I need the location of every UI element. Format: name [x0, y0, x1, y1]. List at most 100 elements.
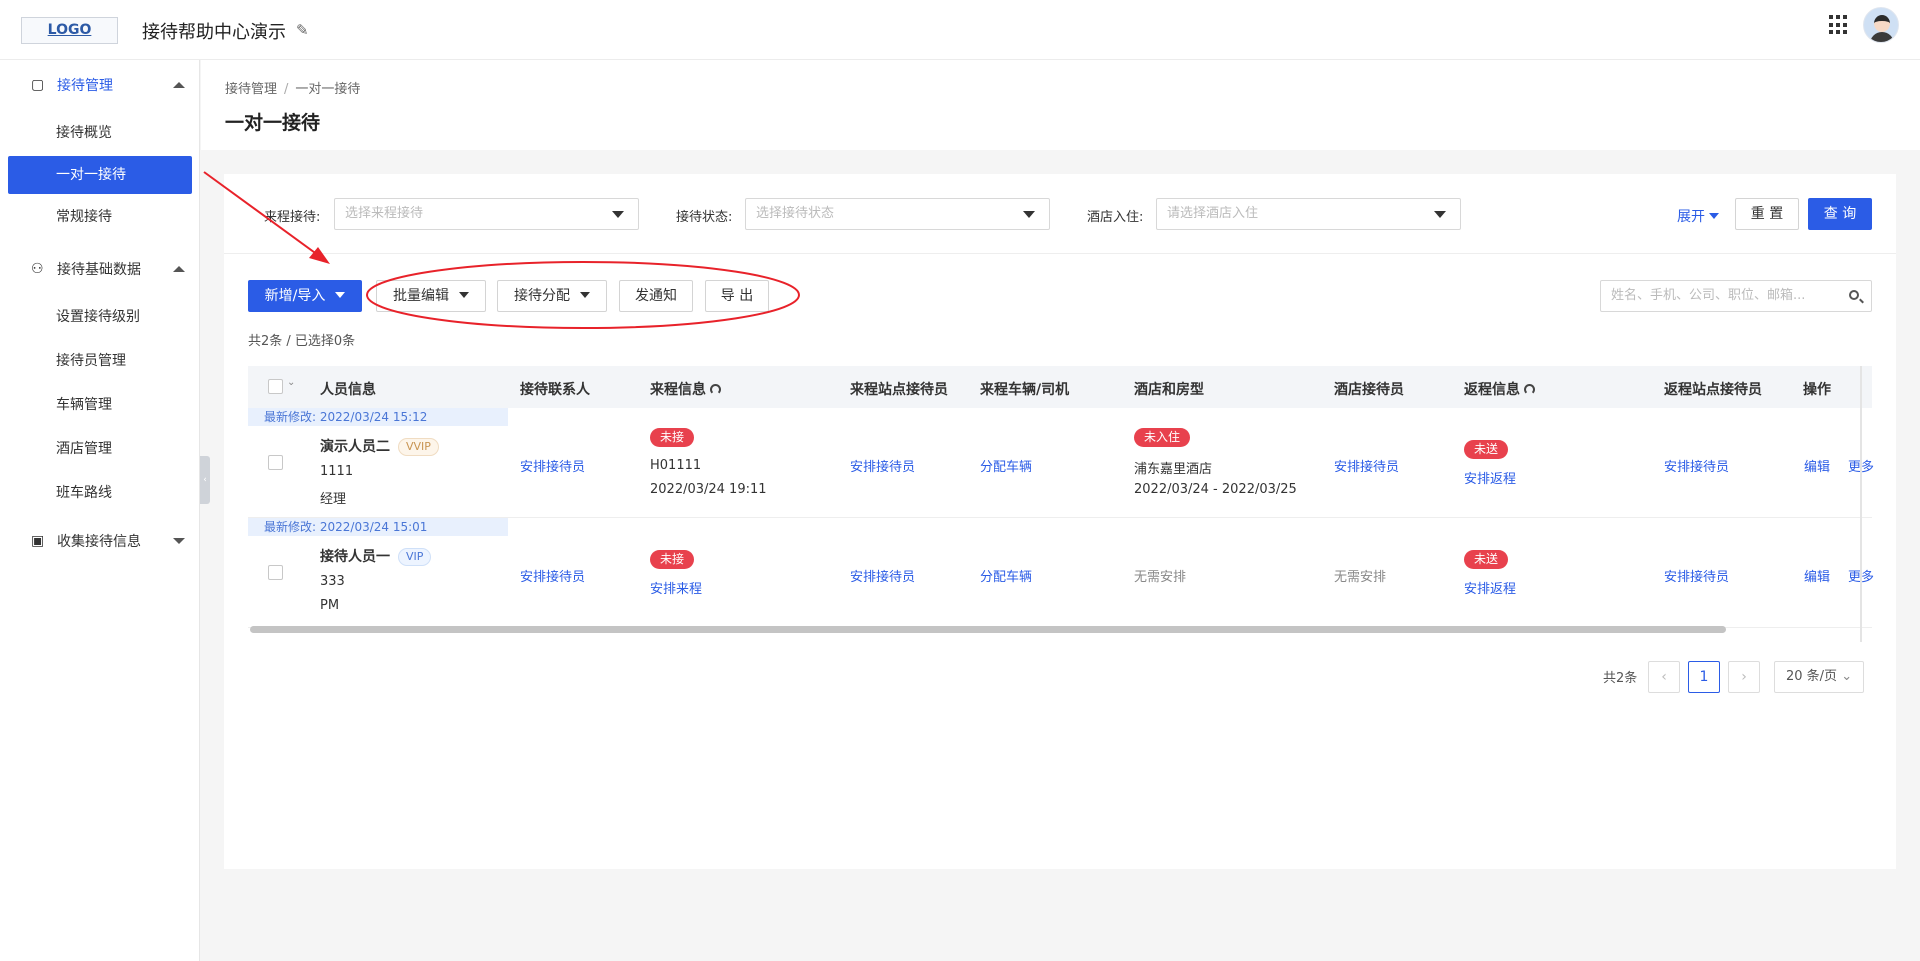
search-icon[interactable]: [1849, 290, 1859, 300]
table-header: ⌄ 人员信息 接待联系人 来程信息 来程站点接待员 来程车辆/司机 酒店和房型 …: [248, 366, 1872, 408]
last-modified-tag: 最新修改: 2022/03/24 15:12: [248, 408, 508, 426]
arrival-status-badge: 未接: [650, 550, 695, 569]
filter-label: 来程接待:: [264, 210, 321, 225]
fixed-column-divider: [1860, 366, 1862, 642]
assign-arrival-staff-link[interactable]: 安排接待员: [850, 456, 915, 475]
breadcrumb: 接待管理 / 一对一接待: [225, 78, 360, 97]
horizontal-scrollbar[interactable]: [250, 626, 1726, 633]
chevron-down-icon: ⌄: [1837, 669, 1853, 684]
sidebar-collapse-handle[interactable]: ‹: [200, 456, 210, 504]
hotel-dates: 2022/03/24 - 2022/03/25: [1134, 482, 1297, 497]
hotel-status-badge: 未入住: [1134, 428, 1191, 447]
caret-down-icon: [335, 292, 346, 298]
edit-link[interactable]: 编辑: [1804, 566, 1830, 585]
sidebar-item-regular[interactable]: 常规接待: [8, 198, 192, 236]
caret-down-icon: [580, 292, 590, 298]
page-size-select[interactable]: 20 条/页 ⌄: [1774, 661, 1864, 693]
level-badge: VVIP: [398, 438, 439, 456]
reset-button[interactable]: 重 置: [1735, 198, 1799, 230]
assign-arrival-staff-link[interactable]: 安排接待员: [850, 566, 915, 585]
hotel-staff-not-required: 无需安排: [1334, 570, 1387, 585]
pagination-total: 共2条: [1603, 671, 1638, 686]
sidebar-group-collect[interactable]: ▣ 收集接待信息: [0, 521, 200, 561]
export-button[interactable]: 导 出: [705, 280, 769, 312]
arrival-time: 2022/03/24 19:11: [650, 482, 767, 497]
prev-page-button[interactable]: ‹: [1648, 661, 1680, 693]
column-header: 酒店接待员: [1334, 382, 1404, 398]
add-import-button[interactable]: 新增/导入: [248, 280, 362, 312]
column-header: 接待联系人: [520, 382, 590, 398]
select-all-checkbox[interactable]: [268, 379, 283, 394]
person-name: 演示人员二: [320, 439, 390, 455]
apps-grid-icon[interactable]: [1829, 15, 1849, 35]
assign-hotel-staff-link[interactable]: 安排接待员: [1334, 456, 1399, 475]
chevron-down-icon[interactable]: ⌄: [287, 377, 295, 388]
person-position: 经理: [320, 492, 347, 507]
page-1-button[interactable]: 1: [1688, 661, 1720, 693]
row-checkbox[interactable]: [268, 565, 283, 580]
logo[interactable]: LOGO: [21, 17, 118, 44]
sidebar-item-staff[interactable]: 接待员管理: [8, 342, 192, 380]
sidebar-group-reception[interactable]: ▢ 接待管理: [0, 65, 200, 105]
column-header: 人员信息: [320, 382, 376, 398]
sidebar-item-vehicles[interactable]: 车辆管理: [8, 386, 192, 424]
chevron-down-icon: [612, 211, 624, 218]
filter-label: 接待状态:: [676, 210, 733, 225]
assign-contact-link[interactable]: 安排接待员: [520, 456, 585, 475]
assign-return-staff-link[interactable]: 安排接待员: [1664, 566, 1729, 585]
breadcrumb-item[interactable]: 接待管理: [225, 82, 277, 97]
sidebar-item-one-to-one[interactable]: 一对一接待: [8, 156, 192, 194]
row-checkbox[interactable]: [268, 455, 283, 470]
person-position: PM: [320, 598, 340, 613]
hotel-checkin-select[interactable]: 请选择酒店入住: [1156, 198, 1461, 230]
reception-status-select[interactable]: 选择接待状态: [745, 198, 1050, 230]
assign-vehicle-link[interactable]: 分配车辆: [980, 566, 1032, 585]
chevron-up-icon: [173, 266, 185, 272]
assign-contact-link[interactable]: 安排接待员: [520, 566, 585, 585]
arrange-return-link[interactable]: 安排返程: [1464, 468, 1516, 487]
sidebar-item-levels[interactable]: 设置接待级别: [8, 298, 192, 336]
edit-link[interactable]: 编辑: [1804, 456, 1830, 475]
column-header: 酒店和房型: [1134, 382, 1204, 398]
breadcrumb-item: 一对一接待: [295, 82, 361, 97]
avatar[interactable]: [1863, 7, 1899, 43]
query-button[interactable]: 查 询: [1808, 198, 1872, 230]
refresh-icon[interactable]: [1524, 384, 1535, 395]
level-badge: VIP: [398, 548, 432, 566]
next-page-button[interactable]: ›: [1728, 661, 1760, 693]
page-title: 一对一接待: [225, 112, 321, 134]
chevron-up-icon: [173, 82, 185, 88]
refresh-icon[interactable]: [710, 384, 721, 395]
sidebar-item-overview[interactable]: 接待概览: [8, 114, 192, 152]
column-header: 返程站点接待员: [1664, 382, 1762, 398]
arrange-return-link[interactable]: 安排返程: [1464, 578, 1516, 597]
column-header: 来程信息: [650, 379, 721, 399]
assign-return-staff-link[interactable]: 安排接待员: [1664, 456, 1729, 475]
column-header: 来程车辆/司机: [980, 382, 1070, 398]
person-name-cell: 接待人员一 VIP: [320, 546, 432, 566]
column-header: 来程站点接待员: [850, 382, 948, 398]
sidebar-item-shuttle-routes[interactable]: 班车路线: [8, 474, 192, 512]
selection-summary: 共2条 / 已选择0条: [248, 334, 356, 349]
batch-edit-button[interactable]: 批量编辑: [376, 280, 486, 312]
sidebar-group-label: 接待管理: [57, 78, 113, 94]
return-status-badge: 未送: [1464, 550, 1509, 569]
arrival-reception-select[interactable]: 选择来程接待: [334, 198, 639, 230]
arrival-status-badge: 未接: [650, 428, 695, 447]
sidebar-item-hotels[interactable]: 酒店管理: [8, 430, 192, 468]
filter-row: 来程接待: 选择来程接待 接待状态: 选择接待状态 酒店入住: 请选择酒店入住 …: [224, 174, 1896, 254]
expand-filters-link[interactable]: 展开: [1677, 206, 1719, 226]
send-notice-button[interactable]: 发通知: [619, 280, 693, 312]
edit-icon[interactable]: ✎: [296, 21, 309, 39]
search-input[interactable]: 姓名、手机、公司、职位、邮箱...: [1600, 280, 1872, 312]
person-phone: 1111: [320, 464, 354, 479]
sidebar-group-basic-data[interactable]: ⚇ 接待基础数据: [0, 249, 200, 289]
arrange-arrival-link[interactable]: 安排来程: [650, 578, 702, 597]
people-icon: ⚇: [31, 260, 44, 277]
assign-vehicle-link[interactable]: 分配车辆: [980, 456, 1032, 475]
sidebar-group-label: 收集接待信息: [57, 534, 141, 550]
assign-reception-button[interactable]: 接待分配: [497, 280, 607, 312]
filter-label: 酒店入住:: [1087, 210, 1144, 225]
sidebar: ▢ 接待管理 接待概览 一对一接待 常规接待 ⚇ 接待基础数据 设置接待级别 接…: [0, 60, 200, 961]
calendar-icon: ▣: [31, 532, 45, 549]
